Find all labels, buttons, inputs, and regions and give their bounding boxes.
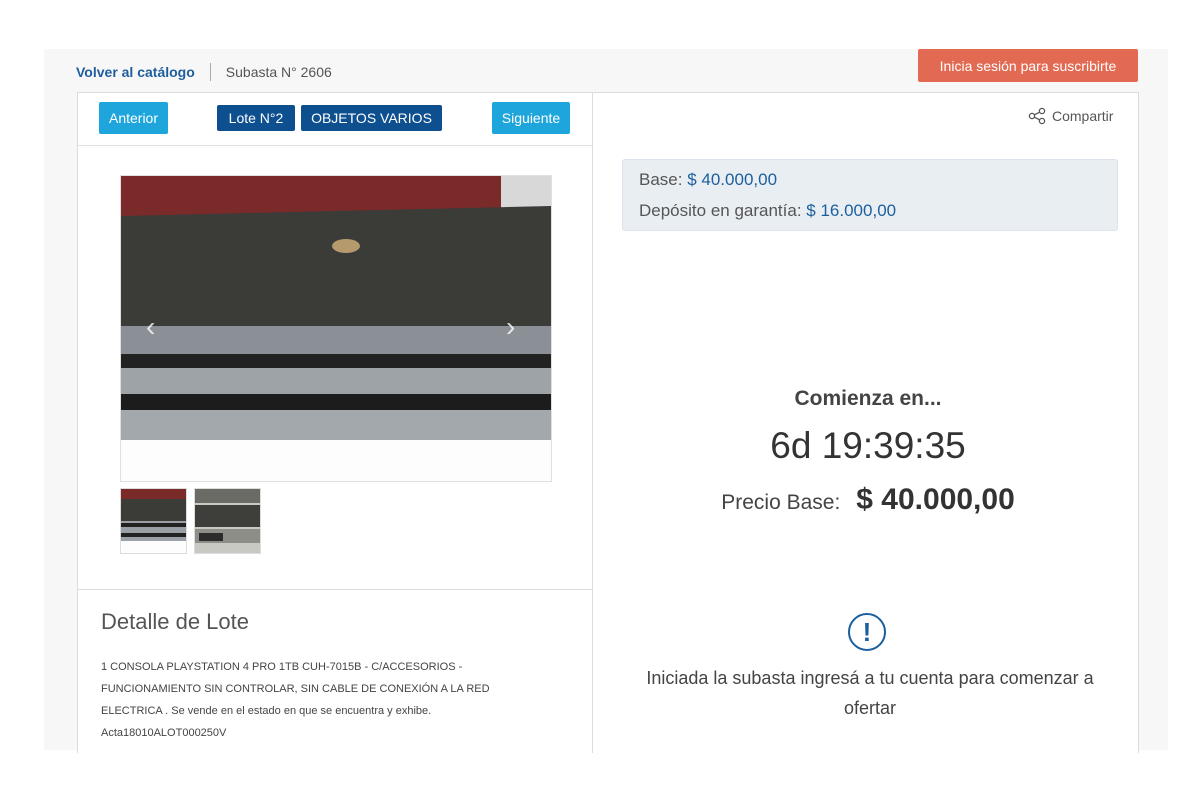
price-summary-box: Base: $ 40.000,00 Depósito en garantía: …: [622, 159, 1118, 231]
thumbnail-image: [121, 489, 186, 553]
thumbnail-1[interactable]: [120, 488, 187, 554]
lot-media-column: Anterior Lote N°2 OBJETOS VARIOS Siguien…: [78, 93, 593, 753]
previous-lot-button[interactable]: Anterior: [99, 102, 168, 134]
category-badge: OBJETOS VARIOS: [301, 105, 442, 131]
base-price-value: $ 40.000,00: [687, 170, 778, 189]
share-icon: [1028, 107, 1046, 125]
thumbnail-image: [195, 489, 260, 553]
share-button[interactable]: Compartir: [1028, 107, 1113, 125]
console-photo: [121, 176, 551, 481]
info-icon: !: [848, 613, 886, 651]
countdown-timer: 6d 19:39:35: [770, 425, 966, 466]
login-subscribe-button[interactable]: Inicia sesión para suscribirte: [918, 49, 1138, 82]
starts-in-label: Comienza en...: [794, 387, 942, 410]
share-label: Compartir: [1052, 108, 1114, 124]
back-to-catalog-link[interactable]: Volver al catálogo: [76, 64, 195, 80]
prev-image-arrow[interactable]: ‹: [146, 311, 155, 343]
lot-detail-text: 1 CONSOLA PLAYSTATION 4 PRO 1TB CUH-7015…: [101, 661, 490, 739]
deposit-line: Depósito en garantía: $ 16.000,00: [639, 201, 896, 221]
lot-navigation: Anterior Lote N°2 OBJETOS VARIOS Siguien…: [78, 93, 592, 146]
thumbnail-2[interactable]: [194, 488, 261, 554]
next-image-arrow[interactable]: ›: [506, 311, 515, 343]
next-lot-button[interactable]: Siguiente: [492, 102, 570, 134]
lot-card: Anterior Lote N°2 OBJETOS VARIOS Siguien…: [77, 92, 1139, 753]
base-price-label: Base:: [639, 170, 683, 189]
breadcrumb-divider: [209, 63, 211, 81]
lot-number-badge: Lote N°2: [217, 105, 295, 131]
deposit-value: $ 16.000,00: [806, 201, 897, 220]
deposit-label: Depósito en garantía:: [639, 201, 802, 220]
base-price-line: Base: $ 40.000,00: [639, 170, 777, 190]
base-price-amount: $ 40.000,00: [856, 483, 1015, 516]
base-price-row: Precio Base: $ 40.000,00: [608, 483, 1128, 517]
lot-detail-title: Detalle de Lote: [101, 609, 249, 634]
auction-notice: Iniciada la subasta ingresá a tu cuenta …: [646, 668, 1094, 718]
breadcrumb: Volver al catálogo Subasta N° 2606: [76, 60, 332, 84]
base-price-caption: Precio Base:: [721, 491, 841, 514]
auction-number: Subasta N° 2606: [225, 64, 332, 80]
lot-photo[interactable]: ‹ ›: [120, 175, 552, 482]
section-divider: [78, 589, 592, 590]
